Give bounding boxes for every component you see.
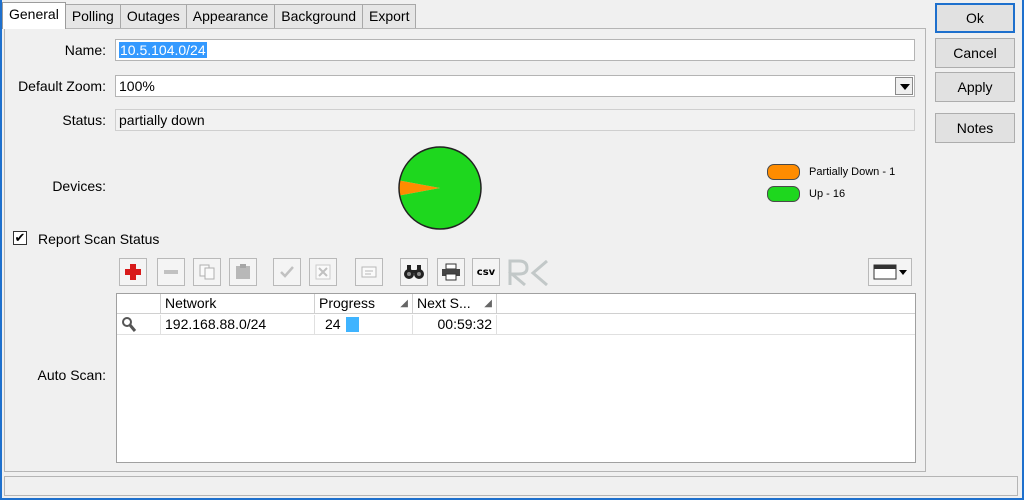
add-button[interactable] [119,258,147,286]
table-row-icon[interactable] [117,315,161,335]
comment-icon [361,266,377,278]
csv-icon: csv [476,266,496,278]
zoom-value: 100% [119,78,155,94]
sort-icon: ◢ [484,298,492,309]
report-scan-checkbox[interactable]: ✔ [13,231,27,245]
legend-swatch-up [767,186,800,202]
column-header-network-label: Network [165,295,217,311]
csv-export-button[interactable]: csv [472,258,500,286]
table-row-network[interactable]: 192.168.88.0/24 [161,315,315,335]
rk-logo-icon [507,259,548,287]
column-header-progress-label: Progress [319,295,376,311]
name-label: Name: [64,42,106,58]
comment-button[interactable] [355,258,383,286]
column-header-next-scan[interactable]: Next S... ◢ [413,294,497,314]
status-field: partially down [115,109,915,131]
tab-bar: General Polling Outages Appearance Backg… [2,2,417,29]
progress-value: 24 [325,316,341,332]
notes-button[interactable]: Notes [935,113,1015,143]
apply-button[interactable]: Apply [935,72,1015,102]
report-scan-label: Report Scan Status [38,231,160,247]
paste-button[interactable] [229,258,257,286]
legend-up: Up - 16 [767,186,845,202]
copy-button[interactable] [193,258,221,286]
column-header-next-scan-label: Next S... [417,295,471,311]
column-header-network[interactable]: Network [161,294,315,314]
auto-scan-label: Auto Scan: [37,367,107,383]
chevron-down-icon[interactable] [895,77,913,95]
ok-button[interactable]: Ok [935,3,1015,33]
zoom-select[interactable]: 100% [115,75,915,97]
columns-icon [873,264,907,280]
column-header-progress[interactable]: Progress ◢ [315,294,413,314]
column-header-filler [497,294,915,314]
paste-icon [236,264,250,279]
remove-button[interactable] [157,258,185,286]
copy-icon [199,264,215,280]
legend-label-partially-down: Partially Down - 1 [809,166,896,178]
enable-button[interactable] [273,258,301,286]
status-bar [4,476,1018,496]
tab-polling[interactable]: Polling [64,4,121,28]
disable-button[interactable] [309,258,337,286]
disable-icon [315,264,331,280]
print-icon [442,263,460,281]
add-icon [125,264,141,280]
remove-icon [164,270,178,274]
tab-general[interactable]: General [2,2,66,29]
tab-outages[interactable]: Outages [119,4,187,28]
find-button[interactable] [400,258,428,286]
tab-background[interactable]: Background [274,4,364,28]
column-header-icon [117,294,161,314]
legend-partially-down: Partially Down - 1 [767,164,895,180]
tab-appearance[interactable]: Appearance [185,4,276,28]
table-row-progress[interactable]: 24 [315,315,413,335]
scan-icon [122,317,137,332]
auto-scan-table: Network Progress ◢ Next S... ◢ 192.168.8… [116,293,916,463]
legend-label-up: Up - 16 [809,188,846,200]
name-value: 10.5.104.0/24 [119,42,207,58]
find-icon [404,265,424,279]
status-value: partially down [119,112,205,128]
print-button[interactable] [437,258,465,286]
status-label: Status: [62,112,106,128]
table-row-next-scan[interactable]: 00:59:32 [413,315,497,335]
columns-menu-button[interactable] [868,258,912,286]
row-divider [117,334,915,335]
name-input[interactable]: 10.5.104.0/24 [115,39,915,61]
progress-bar [346,317,360,332]
enable-icon [280,266,294,278]
tab-export[interactable]: Export [362,4,417,28]
devices-label: Devices: [52,178,106,194]
sort-icon: ◢ [400,298,408,309]
cancel-button[interactable]: Cancel [935,38,1015,68]
legend-swatch-partially-down [767,164,800,180]
zoom-label: Default Zoom: [18,78,106,94]
devices-pie-chart [398,146,482,230]
